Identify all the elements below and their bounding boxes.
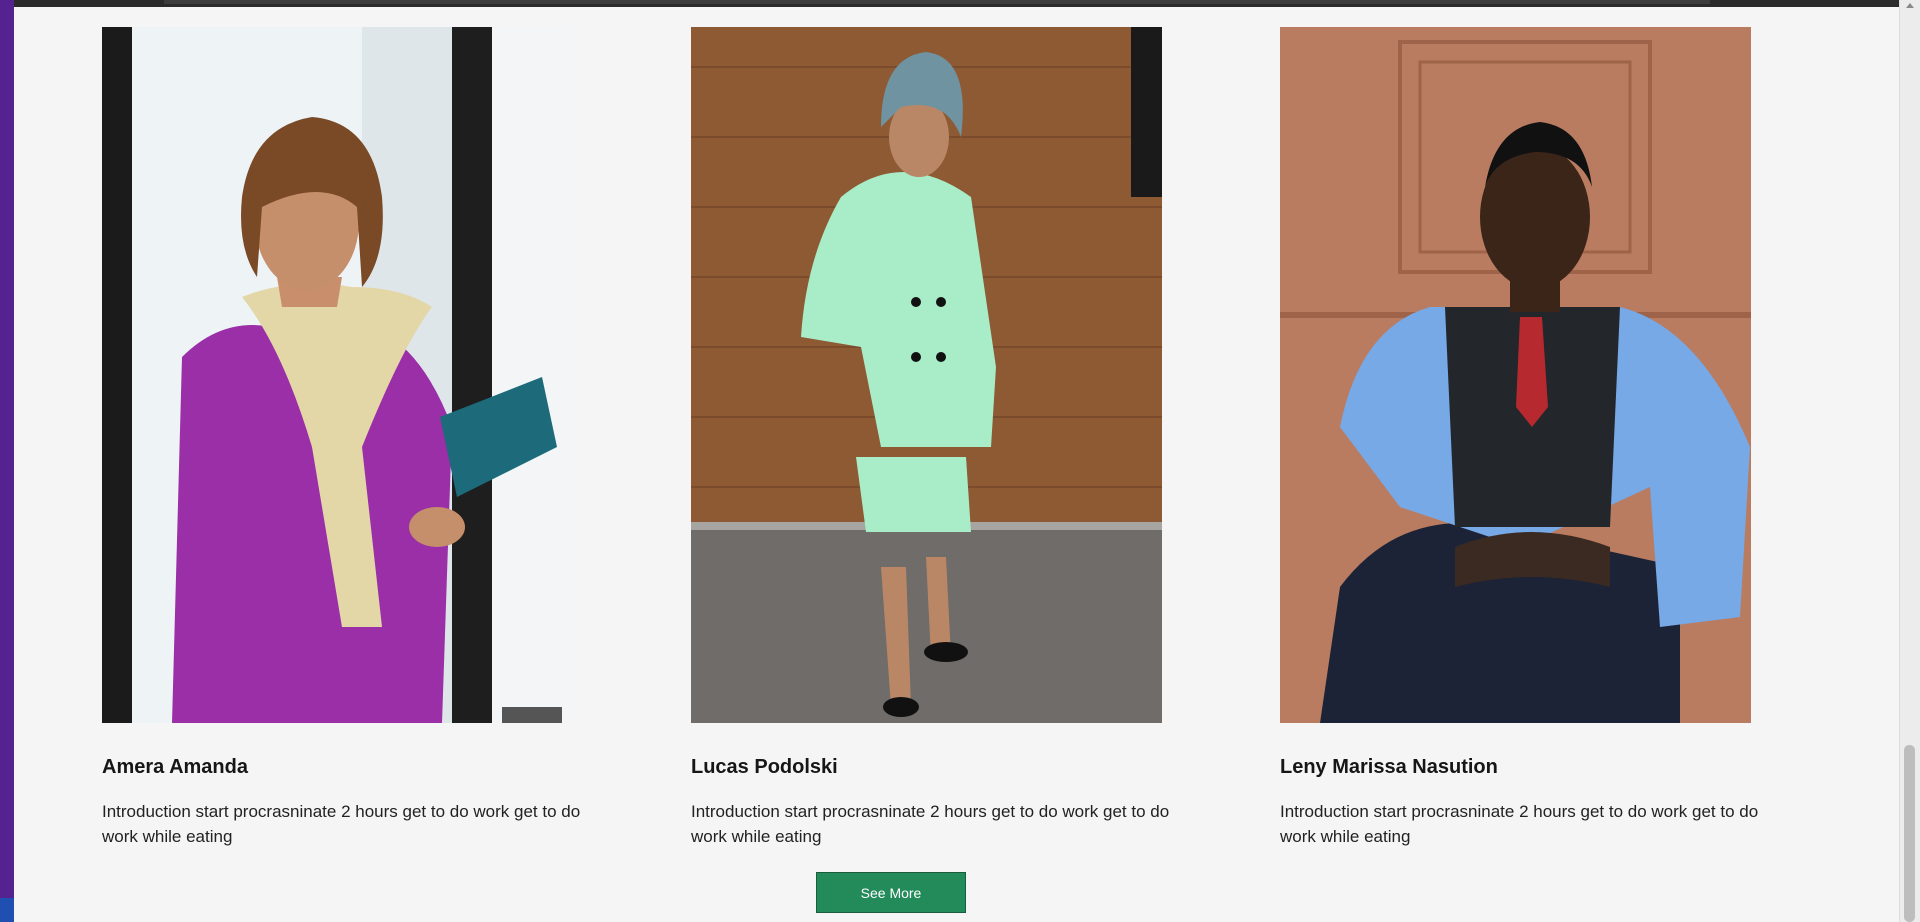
member-description: Introduction start procrasninate 2 hours… [1280, 802, 1759, 846]
member-description: Introduction start procrasninate 2 hours… [691, 802, 1170, 846]
member-photo-lucas [691, 27, 1162, 723]
member-photo-leny [1280, 27, 1751, 723]
team-card-leny: Leny Marissa Nasution Introduction start… [1280, 27, 1780, 849]
scrollbar-thumb[interactable] [1904, 745, 1915, 922]
see-more-button[interactable]: See More [816, 872, 966, 913]
vertical-scrollbar[interactable] [1899, 0, 1920, 922]
member-name: Lucas Podolski [691, 756, 838, 778]
team-card-lucas: Lucas Podolski Introduction start procra… [691, 27, 1191, 849]
member-description: Introduction start procrasninate 2 hours… [102, 802, 581, 846]
scroll-up-arrow-icon[interactable] [1906, 3, 1914, 8]
member-name: Leny Marissa Nasution [1280, 756, 1498, 778]
member-name: Amera Amanda [102, 756, 248, 778]
top-bar [14, 0, 1900, 7]
taskbar-edge [0, 898, 14, 922]
member-photo-amera [102, 27, 573, 723]
window-left-edge [0, 0, 14, 922]
team-card-amera: Amera Amanda Introduction start procrasn… [102, 27, 602, 849]
